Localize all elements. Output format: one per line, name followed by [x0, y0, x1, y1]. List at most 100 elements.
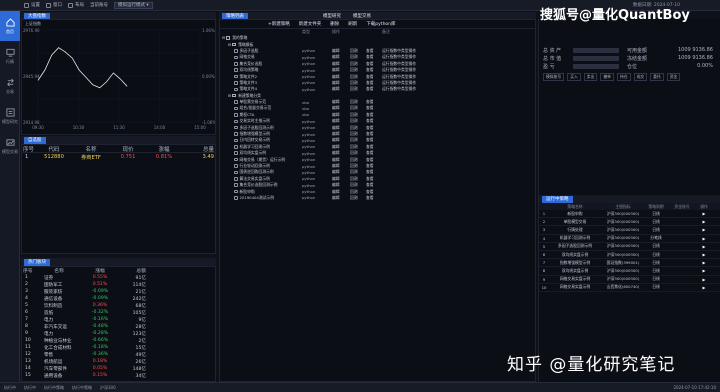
- op-link[interactable]: 编辑: [332, 99, 350, 105]
- layout-menu[interactable]: 布局: [68, 2, 84, 8]
- sidebar-item-research[interactable]: 模型研究: [0, 101, 20, 131]
- op-link[interactable]: 编辑: [332, 137, 350, 143]
- op-link[interactable]: 回测: [350, 105, 366, 111]
- op-link[interactable]: 查看: [366, 195, 382, 201]
- table-row[interactable]: 4 通信设备 -0.09% 242亿: [22, 295, 215, 302]
- op-link[interactable]: 回测: [350, 131, 366, 137]
- table-row[interactable]: 12 零售 -0.36% 49亿: [22, 351, 215, 358]
- collapse-icon[interactable]: ⊟: [222, 35, 225, 40]
- table-row[interactable]: 14 汽车零部件 0.05% 148亿: [22, 365, 215, 372]
- table-row[interactable]: 8 双均线实盘示例 沪深300(000300) 日线 ▶: [539, 267, 720, 276]
- op-link[interactable]: 查看: [366, 67, 382, 73]
- op-link[interactable]: 查看: [366, 189, 382, 195]
- sidebar-item-model-trade[interactable]: 模型交易: [0, 131, 20, 161]
- account-select[interactable]: 模拟运行模式 ▾: [114, 1, 153, 9]
- op-link[interactable]: 编辑: [332, 61, 350, 67]
- table-row[interactable]: 1 新股申购 沪深300(000300) 日线 ▶: [539, 210, 720, 219]
- op-link[interactable]: 查看: [366, 125, 382, 131]
- op-link[interactable]: 查看: [366, 54, 382, 60]
- tree-item[interactable]: 20190404测试示例 python 编辑 回测 查看: [220, 195, 535, 201]
- op-link[interactable]: 回测: [350, 195, 366, 201]
- table-row[interactable]: 8 非汽车交运 -0.48% 28亿: [22, 323, 215, 330]
- play-icon[interactable]: ▶: [697, 211, 711, 216]
- op-link[interactable]: 回测: [350, 150, 366, 156]
- op-link[interactable]: 编辑: [332, 125, 350, 131]
- op-link[interactable]: 编辑: [332, 169, 350, 175]
- op-link[interactable]: 回测: [350, 163, 366, 169]
- table-row[interactable]: 10 种植业与林业 -0.66% 2亿: [22, 337, 215, 344]
- sidebar-item-trade[interactable]: 交易: [0, 71, 20, 101]
- table-row[interactable]: 11 化工合成材料 -0.18% 15亿: [22, 344, 215, 351]
- op-link[interactable]: 回测: [350, 137, 366, 143]
- op-link[interactable]: 回测: [350, 169, 366, 175]
- collapse-icon[interactable]: ⊟: [228, 93, 231, 98]
- op-link[interactable]: 查看: [366, 131, 382, 137]
- table-row[interactable]: 9 电力 -0.28% 123亿: [22, 330, 215, 337]
- table-row[interactable]: 7 电力 -0.16% 9亿: [22, 316, 215, 323]
- download-python-button[interactable]: 下载python库: [366, 21, 395, 27]
- op-link[interactable]: 查看: [366, 163, 382, 169]
- table-row[interactable]: 6 双均线实盘示例 沪深300(000300) 日线 ▶: [539, 251, 720, 260]
- new-strategy-button[interactable]: +新建策略: [268, 21, 290, 27]
- op-link[interactable]: 编辑: [332, 54, 350, 60]
- op-link[interactable]: 查看: [366, 150, 382, 156]
- account-control-button[interactable]: 资金: [666, 73, 681, 81]
- play-icon[interactable]: ▶: [697, 219, 711, 224]
- sidebar-item-quotes[interactable]: 行情: [0, 41, 20, 71]
- table-row[interactable]: 5 多因子选股回测示例 沪深300(000300) 日线 ▶: [539, 243, 720, 251]
- account-control-button[interactable]: 成交: [633, 73, 648, 81]
- op-link[interactable]: 编辑: [332, 163, 350, 169]
- op-link[interactable]: 回测: [350, 86, 366, 92]
- play-icon[interactable]: ▶: [697, 244, 711, 249]
- op-link[interactable]: 回测: [350, 182, 366, 188]
- op-link[interactable]: 查看: [366, 118, 382, 124]
- table-row[interactable]: 2 单股模型交易 沪深300(000300) 日线 ▶: [539, 218, 720, 227]
- op-link[interactable]: 查看: [366, 176, 382, 182]
- op-link[interactable]: 编辑: [332, 86, 350, 92]
- table-row[interactable]: 6 造纸 -0.32% 105亿: [22, 309, 215, 316]
- account-control-button[interactable]: 持仓: [616, 73, 631, 81]
- play-icon[interactable]: ▶: [697, 252, 711, 257]
- op-link[interactable]: 查看: [366, 105, 382, 111]
- table-row[interactable]: 3 服装家纺 -0.09% 21亿: [22, 288, 215, 295]
- op-link[interactable]: 编辑: [332, 195, 350, 201]
- op-link[interactable]: 查看: [366, 99, 382, 105]
- play-icon[interactable]: ▶: [697, 227, 711, 232]
- play-icon[interactable]: ▶: [697, 260, 711, 265]
- op-link[interactable]: 编辑: [332, 131, 350, 137]
- table-row[interactable]: 15 通用设备 0.15% 34亿: [22, 372, 215, 379]
- table-row[interactable]: 7 指数增强模型示例 国证指数(399001) 日线 ▶: [539, 259, 720, 268]
- op-link[interactable]: 查看: [366, 80, 382, 86]
- op-link[interactable]: 编辑: [332, 176, 350, 182]
- op-link[interactable]: 编辑: [332, 182, 350, 188]
- play-icon[interactable]: ▶: [697, 285, 711, 290]
- delete-button[interactable]: 删除: [330, 21, 339, 27]
- op-link[interactable]: 编辑: [332, 118, 350, 124]
- op-link[interactable]: 查看: [366, 48, 382, 54]
- tab-hot-sectors[interactable]: 热门板块: [24, 258, 50, 266]
- op-link[interactable]: 回测: [350, 61, 366, 67]
- op-link[interactable]: 编辑: [332, 67, 350, 73]
- op-link[interactable]: 编辑: [332, 189, 350, 195]
- op-link[interactable]: 回测: [350, 118, 366, 124]
- op-link[interactable]: 编辑: [332, 80, 350, 86]
- op-link[interactable]: 编辑: [332, 144, 350, 150]
- account-control-button[interactable]: 卖出: [583, 73, 598, 81]
- op-link[interactable]: 回测: [350, 157, 366, 163]
- op-link[interactable]: 回测: [350, 176, 366, 182]
- table-row[interactable]: 1 证券 0.55% 91亿: [22, 274, 215, 281]
- sidebar-item-home[interactable]: 首页: [0, 11, 20, 41]
- op-link[interactable]: 查看: [366, 61, 382, 67]
- op-link[interactable]: 查看: [366, 86, 382, 92]
- play-icon[interactable]: ▶: [697, 268, 711, 273]
- op-link[interactable]: 回测: [350, 48, 366, 54]
- table-row[interactable]: 5 饮料制造 0.36% 68亿: [22, 302, 215, 309]
- settings-menu[interactable]: 设置: [24, 2, 40, 8]
- op-link[interactable]: 回测: [350, 112, 366, 118]
- op-link[interactable]: 查看: [366, 169, 382, 175]
- op-link[interactable]: 编辑: [332, 48, 350, 54]
- refresh-button[interactable]: 刷新: [348, 21, 357, 27]
- op-link[interactable]: 回测: [350, 189, 366, 195]
- collapse-icon[interactable]: ⊟: [228, 42, 231, 47]
- table-row[interactable]: 2 国防军工 0.51% 114亿: [22, 281, 215, 288]
